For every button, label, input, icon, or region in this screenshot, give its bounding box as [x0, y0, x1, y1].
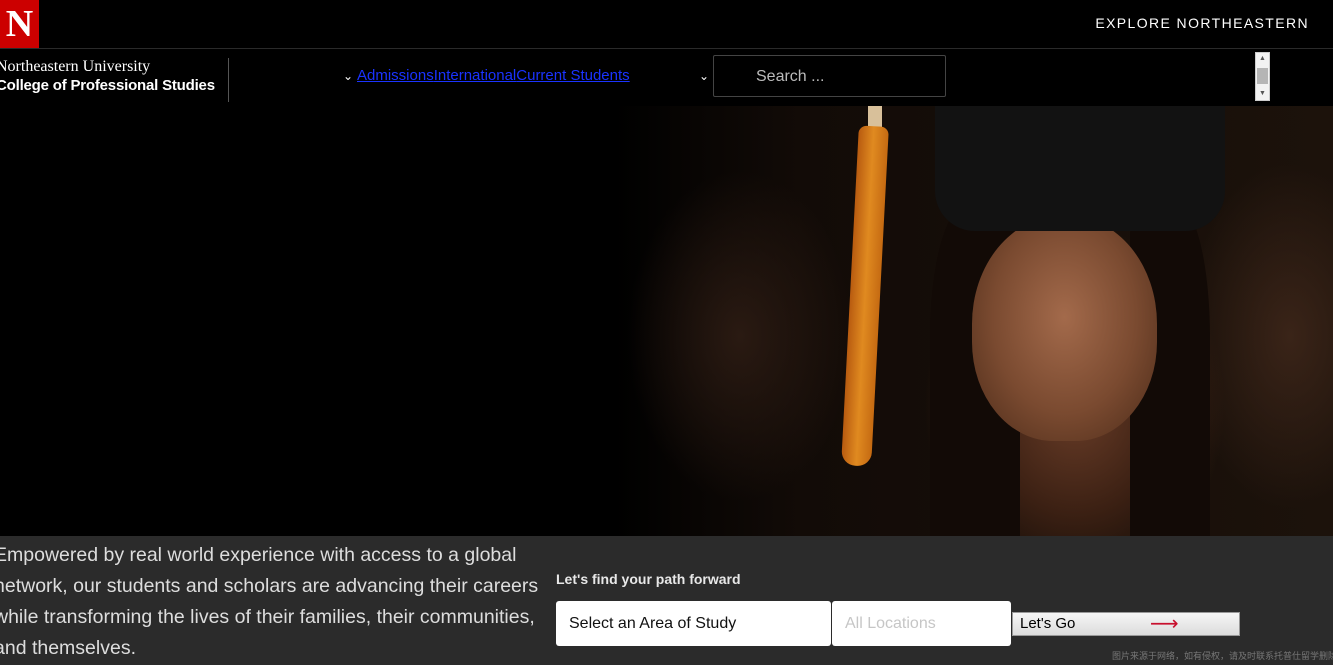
scrollbar-thumb[interactable] [1257, 68, 1268, 84]
main-nav: Northeastern University College of Profe… [0, 49, 1333, 106]
scrollbar[interactable]: ▲ ▼ [1255, 52, 1270, 101]
path-forward-label: Let's find your path forward [556, 571, 741, 587]
college-brand[interactable]: Northeastern University College of Profe… [0, 58, 229, 102]
brand-university-name: Northeastern University [0, 58, 151, 75]
lets-go-label: Let's Go [1020, 615, 1076, 632]
search-box [713, 55, 946, 97]
nav-link-admissions[interactable]: Admissions [357, 67, 434, 84]
location-select[interactable]: All Locations [832, 601, 1011, 646]
brand-college-name: College of Professional Studies [0, 77, 215, 94]
tassel [841, 125, 889, 467]
search-input[interactable] [754, 66, 938, 88]
nav-link-international[interactable]: International [434, 67, 517, 84]
lets-go-button[interactable]: Let's Go ⟶ [1012, 612, 1240, 636]
scroll-up-arrow-icon[interactable]: ▲ [1256, 54, 1269, 64]
explore-northeastern-link[interactable]: EXPLORE NORTHEASTERN [1095, 15, 1309, 31]
scroll-down-arrow-icon[interactable]: ▼ [1256, 89, 1269, 99]
utility-bar: N EXPLORE NORTHEASTERN [0, 0, 1333, 49]
arrow-right-icon: ⟶ [1150, 613, 1179, 635]
nav-link-current-students[interactable]: Current Students [516, 67, 629, 84]
graduate-photo [0, 106, 1333, 536]
hero-banner [0, 106, 1333, 536]
chevron-down-icon[interactable]: ⌄ [699, 69, 709, 83]
program-finder: Empowered by real world experience with … [0, 536, 1333, 665]
watermark: 图片来源于网络，如有侵权，请及时联系托普仕留学删除 [1112, 652, 1333, 662]
intro-text: Empowered by real world experience with … [0, 544, 539, 659]
area-of-study-select[interactable]: Select an Area of Study [556, 601, 831, 646]
chevron-down-icon[interactable]: ⌄ [343, 69, 353, 83]
nav-links: AdmissionsInternationalCurrent Students [357, 67, 630, 84]
northeastern-logo[interactable]: N [0, 0, 39, 48]
